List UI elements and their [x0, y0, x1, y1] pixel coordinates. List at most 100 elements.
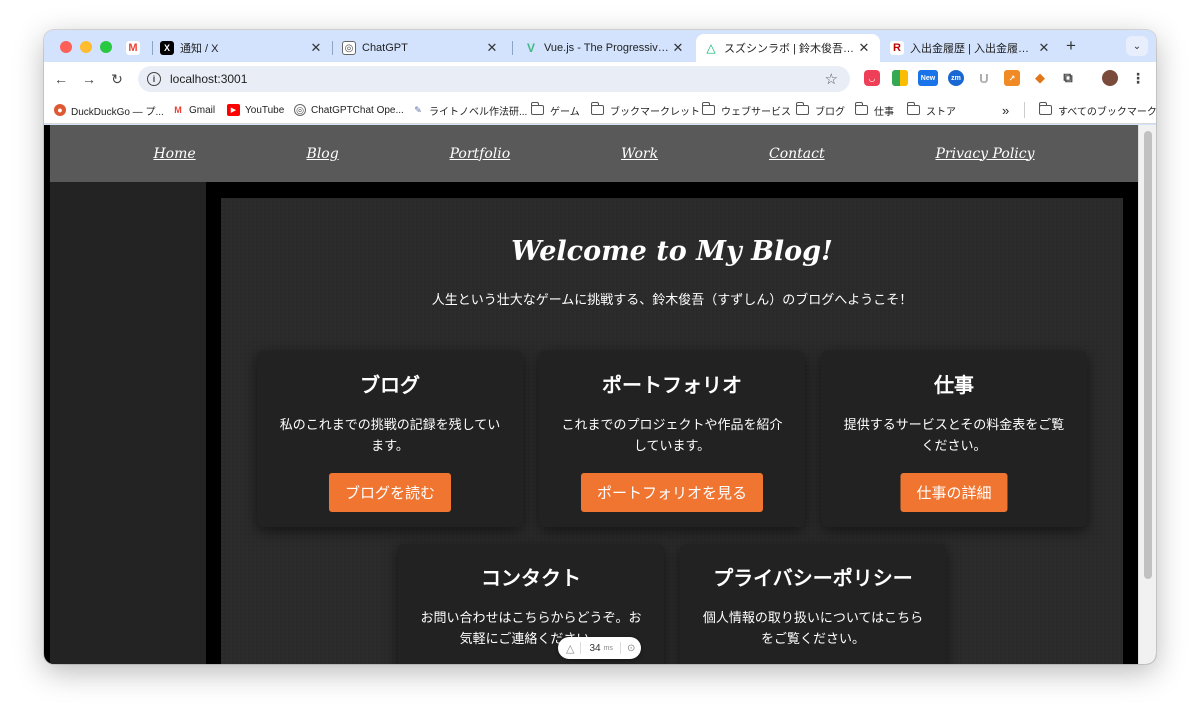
bookmark-label: 仕事 [874, 106, 894, 118]
page-title: Welcome to My Blog! [511, 236, 833, 267]
bookmark-folder-all-bookmarks[interactable]: すべてのブックマーク [1039, 102, 1156, 118]
bookmark-label: ライトノベル作法研... [429, 106, 528, 118]
bookmark-label: すべてのブックマーク [1058, 106, 1156, 118]
tab-chatgpt[interactable]: ◎ ChatGPT ✕ [334, 34, 508, 62]
reload-button[interactable]: ↻ [108, 70, 126, 88]
page-scrollbar[interactable] [1138, 125, 1156, 664]
bookmarks-overflow-button[interactable]: » [1002, 102, 1009, 118]
tab-suzushin-lab[interactable]: △ スズシンラボ | 鈴木俊吾（すずしん） ✕ [696, 34, 880, 62]
metamask-icon[interactable]: ◆ [1032, 70, 1048, 86]
bookmark-gmail[interactable]: M Gmail [172, 102, 215, 118]
close-tab-icon[interactable]: ✕ [670, 40, 686, 56]
bookmark-label: ゲーム [550, 106, 580, 118]
tab-title: 入出金履歴 | 入出金履歴 | 入出金 [910, 43, 1036, 55]
vue-icon: V [526, 41, 535, 55]
page-viewport: Home Blog Portfolio Work Contact Privacy… [44, 125, 1156, 664]
close-tab-icon[interactable]: ✕ [308, 40, 324, 56]
site-navigation: Home Blog Portfolio Work Contact Privacy… [50, 125, 1138, 182]
card-privacy-policy: プライバシーポリシー 個人情報の取り扱いについてはこちらをご覧ください。 [680, 544, 946, 664]
nuxt-icon: △ [566, 642, 575, 655]
bookmark-folder-work[interactable]: 仕事 [855, 102, 894, 118]
pocket-icon[interactable]: ◡ [864, 70, 880, 86]
rakuten-icon: R [890, 41, 904, 55]
bookmark-star-icon[interactable]: ☆ [825, 70, 838, 88]
bookmark-folder-bookmarklets[interactable]: ブックマークレット [591, 102, 700, 118]
nuxt-devtools-badge[interactable]: △ 34 ms ⊙ [558, 637, 641, 659]
bookmark-folder-game[interactable]: ゲーム [531, 102, 580, 118]
view-portfolio-button[interactable]: ポートフォリオを見る [580, 473, 764, 512]
chatgpt-icon: ◎ [342, 41, 356, 55]
url-text[interactable]: localhost:3001 [170, 72, 247, 86]
tab-vuejs[interactable]: V Vue.js - The Progressive JavaScript ✕ [516, 34, 694, 62]
tab-title: ChatGPT [362, 42, 408, 54]
nav-link-blog[interactable]: Blog [307, 146, 339, 162]
site-info-icon[interactable]: i [147, 72, 161, 86]
main-content: Welcome to My Blog! 人生という壮大なゲームに挑戦する、鈴木俊… [221, 198, 1123, 664]
bookmark-light-novel[interactable]: ✎ ライトノベル作法研... [412, 102, 527, 118]
extensions-puzzle-icon[interactable]: ⧉ [1060, 70, 1076, 86]
tab-x-notifications[interactable]: X 通知 / X ✕ [152, 34, 332, 62]
folder-icon [1039, 102, 1052, 115]
u-extension-icon[interactable]: U [976, 70, 992, 86]
bookmark-label: ウェブサービス [721, 106, 791, 118]
close-tab-icon[interactable]: ✕ [1036, 40, 1052, 56]
gmail-icon: M [174, 105, 182, 115]
close-tab-icon[interactable]: ✕ [856, 40, 872, 56]
card-description: 個人情報の取り扱いについてはこちらをご覧ください。 [702, 610, 924, 646]
bookmark-youtube[interactable]: ▶ YouTube [227, 102, 284, 118]
chart-extension-icon[interactable]: ↗ [1004, 70, 1020, 86]
nav-link-contact[interactable]: Contact [769, 146, 825, 162]
page-subtitle: 人生という壮大なゲームに挑戦する、鈴木俊吾（すずしん）のブログへようこそ！ [431, 292, 913, 307]
tab-gmail[interactable]: M [118, 34, 152, 62]
read-blog-button[interactable]: ブログを読む [328, 473, 452, 512]
folder-icon [702, 102, 715, 115]
sheets-extension-icon[interactable] [892, 70, 908, 86]
new-tab-button[interactable]: + [1066, 37, 1076, 54]
duckduckgo-icon: ● [54, 104, 66, 116]
tab-title: Vue.js - The Progressive JavaScript [544, 42, 670, 54]
close-tab-icon[interactable]: ✕ [484, 40, 500, 56]
component-inspector-icon[interactable]: ⊙ [627, 643, 635, 654]
render-time-unit: ms [603, 644, 613, 652]
scrollbar-thumb[interactable] [1144, 131, 1152, 579]
zoom-window-button[interactable] [100, 41, 112, 53]
bookmark-label: Gmail [189, 104, 216, 116]
folder-icon [907, 102, 920, 115]
tab-rakuten-history[interactable]: R 入出金履歴 | 入出金履歴 | 入出金 ✕ [882, 34, 1060, 62]
folder-icon [796, 102, 809, 115]
profile-avatar[interactable] [1102, 70, 1118, 86]
bookmark-folder-store[interactable]: ストア [907, 102, 956, 118]
card-title: コンタクト [481, 568, 581, 590]
note-icon: ✎ [414, 104, 422, 115]
new-extension-icon[interactable]: New [918, 70, 938, 86]
render-time-value: 34 [589, 642, 601, 654]
nav-link-home[interactable]: Home [153, 146, 195, 162]
back-arrow-icon: ← [54, 71, 68, 87]
bookmark-label: ストア [926, 106, 956, 118]
forward-button[interactable]: → [80, 70, 98, 88]
bookmark-chatgpt[interactable]: ◎ ChatGPTChat Ope... [294, 102, 404, 118]
minimize-window-button[interactable] [80, 41, 92, 53]
browser-menu-icon[interactable]: ⋮ [1130, 70, 1146, 86]
youtube-icon: ▶ [227, 104, 240, 116]
back-button[interactable]: ← [52, 70, 70, 88]
bookmark-folder-web-services[interactable]: ウェブサービス [702, 102, 791, 118]
bookmark-duckduckgo[interactable]: ● DuckDuckGo — プ... [54, 102, 164, 118]
nav-link-portfolio[interactable]: Portfolio [450, 146, 511, 162]
overflow-chevron-icon: » [1002, 102, 1010, 118]
nav-link-work[interactable]: Work [621, 146, 658, 162]
close-window-button[interactable] [60, 41, 72, 53]
card-title: ポートフォリオ [602, 375, 742, 397]
address-bar[interactable]: i localhost:3001 ☆ [138, 66, 850, 92]
card-title: 仕事 [934, 375, 974, 397]
zm-extension-icon[interactable]: zm [948, 70, 964, 86]
bookmark-label: DuckDuckGo — プ... [71, 106, 164, 118]
browser-window: M X 通知 / X ✕ ◎ ChatGPT ✕ V Vue.js - The … [44, 30, 1156, 664]
browser-toolbar: ← → ↻ i localhost:3001 ☆ ◡ New zm U ↗ ◆ … [44, 62, 1156, 96]
tab-search-button[interactable]: ⌄ [1126, 36, 1148, 56]
nav-link-privacy-policy[interactable]: Privacy Policy [936, 146, 1035, 162]
folder-icon [591, 102, 604, 115]
card-description: これまでのプロジェクトや作品を紹介しています。 [561, 417, 783, 453]
work-details-button[interactable]: 仕事の詳細 [900, 473, 1008, 512]
bookmark-folder-blog[interactable]: ブログ [796, 102, 845, 118]
